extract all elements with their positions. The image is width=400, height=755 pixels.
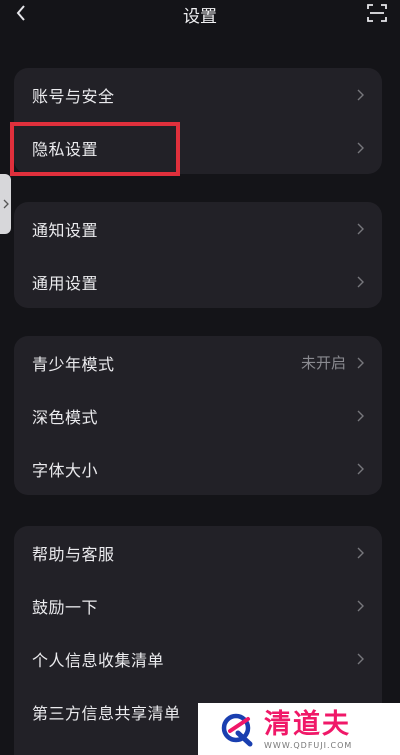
settings-item-privacy[interactable]: 隐私设置 <box>14 121 382 174</box>
settings-item-label: 字体大小 <box>32 460 99 480</box>
settings-item-notifications[interactable]: 通知设置 <box>14 202 382 255</box>
header-bar: 设置 <box>0 0 400 30</box>
scan-icon <box>367 4 387 22</box>
settings-item-label: 帮助与客服 <box>32 544 115 564</box>
settings-item-encourage[interactable]: 鼓励一下 <box>14 579 382 632</box>
settings-item-help-support[interactable]: 帮助与客服 <box>14 526 382 579</box>
chevron-right-icon <box>3 199 9 209</box>
settings-item-general[interactable]: 通用设置 <box>14 255 382 308</box>
chevron-right-icon <box>357 276 364 287</box>
settings-item-account-security[interactable]: 账号与安全 <box>14 68 382 121</box>
settings-item-label: 通用设置 <box>32 273 99 293</box>
settings-item-personal-info-list[interactable]: 个人信息收集清单 <box>14 632 382 685</box>
chevron-right-icon <box>357 463 364 474</box>
watermark-logo <box>218 711 254 747</box>
chevron-right-icon <box>357 600 364 611</box>
settings-item-label: 个人信息收集清单 <box>32 650 165 670</box>
scan-button[interactable] <box>366 3 388 23</box>
settings-item-label: 青少年模式 <box>32 354 115 374</box>
chevron-right-icon <box>357 357 364 368</box>
watermark: 清道夫 WWW.QDFUJI.COM <box>198 703 400 755</box>
watermark-url: WWW.QDFUJI.COM <box>264 740 353 750</box>
side-drawer-handle[interactable] <box>0 174 11 234</box>
watermark-title: 清道夫 <box>264 708 351 740</box>
chevron-right-icon <box>357 89 364 100</box>
page-title: 设置 <box>183 7 217 27</box>
settings-group-display: 青少年模式 未开启 深色模式 字体大小 <box>14 336 382 495</box>
status-text: 未开启 <box>300 354 346 372</box>
settings-item-label: 第三方信息共享清单 <box>32 703 181 723</box>
q-logo-icon <box>221 713 253 747</box>
settings-group-general: 通知设置 通用设置 <box>14 202 382 308</box>
chevron-right-icon <box>357 223 364 234</box>
chevron-right-icon <box>357 142 364 153</box>
settings-item-font-size[interactable]: 字体大小 <box>14 442 382 495</box>
settings-item-label: 隐私设置 <box>32 139 99 159</box>
chevron-right-icon <box>357 653 364 664</box>
settings-group-account: 账号与安全 隐私设置 <box>14 68 382 174</box>
settings-item-dark-mode[interactable]: 深色模式 <box>14 389 382 442</box>
settings-item-label: 深色模式 <box>32 407 99 427</box>
settings-item-teen-mode[interactable]: 青少年模式 未开启 <box>14 336 382 389</box>
settings-item-label: 通知设置 <box>32 220 99 240</box>
chevron-right-icon <box>357 410 364 421</box>
settings-item-label: 账号与安全 <box>32 86 115 106</box>
settings-item-label: 鼓励一下 <box>32 597 99 617</box>
chevron-right-icon <box>357 547 364 558</box>
